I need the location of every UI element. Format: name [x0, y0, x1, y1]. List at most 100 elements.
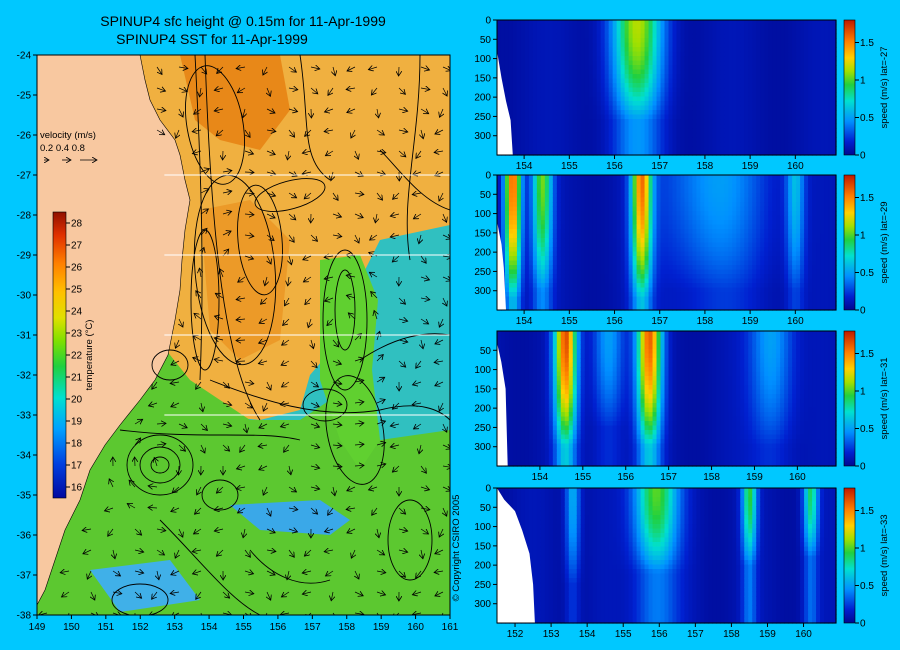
section-cell: [552, 247, 558, 253]
section-cell: [724, 123, 729, 129]
section-cell: [792, 74, 797, 80]
section-cell: [552, 146, 558, 152]
section-cell: [728, 132, 733, 138]
section-cell: [676, 220, 682, 226]
section-cell: [736, 20, 741, 26]
section-cell: [620, 96, 626, 102]
section-cell: [808, 141, 813, 147]
section-cell: [572, 20, 578, 26]
section-cell: [704, 296, 709, 302]
section-cell: [520, 215, 526, 221]
section-cell: [708, 33, 713, 39]
section-cell: [792, 60, 797, 66]
section-cell: [752, 119, 757, 125]
section-cell: [572, 74, 578, 80]
copyright-text: © Copyright CSIRO 2005: [451, 495, 462, 602]
section-cell: [620, 265, 626, 271]
section-cell: [600, 215, 606, 221]
section-cell: [752, 69, 757, 75]
section-cell: [508, 274, 514, 280]
section-cell: [772, 87, 777, 93]
section-cell: [640, 242, 646, 248]
section-cell: [740, 47, 745, 53]
section-cell: [620, 215, 626, 221]
section-cell: [752, 137, 757, 143]
section-cell: [820, 60, 825, 66]
section-cell: [680, 29, 686, 35]
section-cell: [560, 256, 566, 262]
section-cell: [668, 175, 674, 181]
section-cell: [704, 238, 709, 244]
section-cell: [716, 20, 721, 26]
section-cell: [548, 105, 554, 111]
section-cell: [680, 69, 686, 75]
section-cell: [828, 114, 833, 120]
section-cell: [664, 256, 670, 262]
section-cell: [612, 105, 618, 111]
section-cell: [640, 175, 646, 181]
section-cell: [696, 283, 701, 289]
section-cell: [528, 229, 534, 235]
section-cell: [596, 229, 602, 235]
section-cell: [584, 278, 590, 284]
section-cell: [604, 229, 610, 235]
section-cell: [560, 74, 566, 80]
section-cell: [724, 51, 729, 57]
section-cell: [628, 74, 634, 80]
section-cell: [616, 33, 622, 39]
section-cell: [700, 242, 705, 248]
section-cell: [604, 29, 610, 35]
section-cell: [696, 287, 701, 293]
section-cell: [796, 78, 801, 84]
section-cell: [688, 229, 694, 235]
section-cell: [680, 296, 686, 302]
section-cell: [672, 137, 678, 143]
section-cell: [700, 119, 705, 125]
section-cell: [596, 38, 602, 44]
section-cell: [588, 287, 594, 293]
section-cell: [544, 229, 550, 235]
section-cell: [744, 193, 749, 199]
section-cell: [744, 256, 749, 262]
section-cell: [592, 238, 598, 244]
map-x-tick-label: 154: [201, 622, 218, 633]
section-cell: [648, 110, 654, 116]
section-cell: [632, 114, 638, 120]
section-cell: [512, 24, 518, 30]
section-cell: [536, 83, 542, 89]
section-cell: [800, 101, 805, 107]
section-cell: [600, 132, 606, 138]
section-cell: [732, 78, 737, 84]
section-cell: [568, 283, 574, 289]
section-cell: [508, 215, 514, 221]
section-cell: [636, 247, 642, 253]
section-cell: [564, 123, 570, 129]
section-cell: [576, 202, 582, 208]
section-cell: [648, 60, 654, 66]
section-cell: [620, 47, 626, 53]
section-cell: [584, 184, 590, 190]
section-cell: [564, 146, 570, 152]
section-cell: [600, 179, 606, 185]
section-cell: [744, 233, 749, 239]
section-cell: [704, 38, 709, 44]
section-cell: [592, 202, 598, 208]
section-cell: [520, 301, 526, 307]
section-cell: [648, 247, 654, 253]
section-cell: [692, 251, 698, 257]
section-cell: [584, 224, 590, 230]
section-cell: [776, 123, 781, 129]
section-cell: [600, 20, 606, 26]
section-cell: [688, 132, 694, 138]
section-cell: [660, 283, 666, 289]
section-cell: [664, 128, 670, 134]
section-cell: [740, 274, 745, 280]
section-cell: [580, 251, 586, 257]
section-cell: [788, 83, 793, 89]
section-cell: [816, 69, 821, 75]
section-cell: [632, 110, 638, 116]
section-cell: [712, 179, 717, 185]
map-x-tick-label: 159: [373, 622, 390, 633]
section-cell: [588, 274, 594, 280]
section-cell: [612, 175, 618, 181]
